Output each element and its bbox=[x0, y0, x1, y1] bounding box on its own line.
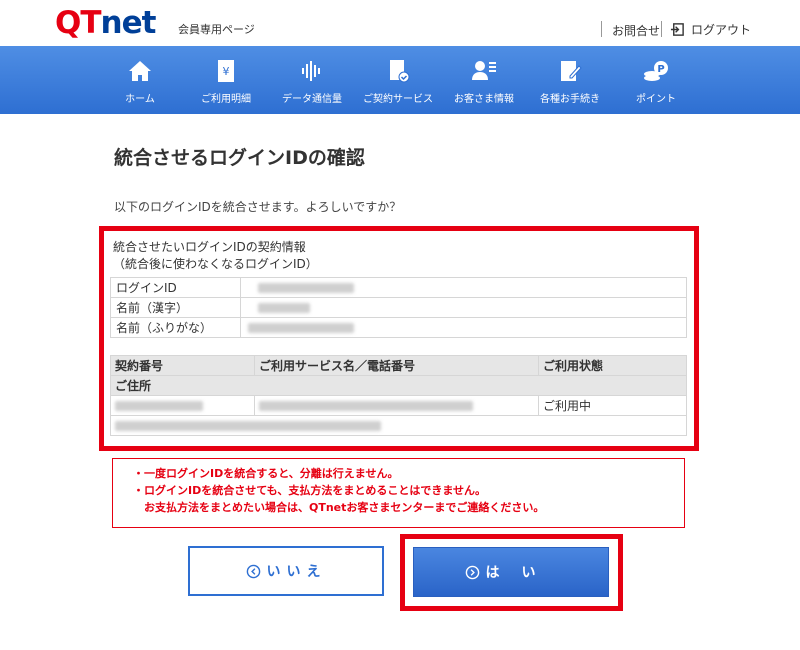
nav-contract[interactable]: ご契約サービス bbox=[353, 46, 443, 114]
no-button-label: いいえ bbox=[266, 564, 327, 580]
warning-box: ・一度ログインIDを統合すると、分離は行えません。 ・ログインIDを統合させても… bbox=[112, 458, 685, 528]
logout-label: ログアウト bbox=[691, 23, 752, 37]
nav-label: データ通信量 bbox=[282, 94, 342, 105]
svg-text:P: P bbox=[657, 64, 664, 75]
contact-link[interactable]: お問合せ bbox=[612, 22, 660, 39]
member-page-label: 会員専用ページ bbox=[178, 23, 255, 36]
page-title: 統合させるログインIDの確認 bbox=[114, 147, 365, 169]
nav-points[interactable]: P ポイント bbox=[611, 46, 701, 114]
divider bbox=[661, 21, 662, 37]
nav-label: 各種お手続き bbox=[540, 94, 600, 105]
intro-text: 以下のログインIDを統合させます。よろしいですか？ bbox=[114, 200, 402, 214]
yes-button[interactable]: はい bbox=[413, 547, 609, 597]
nav-bill[interactable]: ¥ ご利用明細 bbox=[181, 46, 271, 114]
warning-line: ・ログインIDを統合させても、支払方法をまとめることはできません。 bbox=[133, 484, 487, 497]
warning-line: ・一度ログインIDを統合すると、分離は行えません。 bbox=[133, 467, 399, 480]
logout-link[interactable]: ログアウト bbox=[670, 21, 751, 38]
user-icon bbox=[472, 61, 496, 80]
logout-icon bbox=[670, 23, 684, 36]
highlight-frame bbox=[99, 226, 699, 451]
procedure-icon bbox=[561, 61, 582, 81]
main-nav: ホーム ¥ ご利用明細 データ通信量 ご契約サービス お客さま情報 各種お手続き… bbox=[0, 46, 800, 114]
nav-label: ご利用明細 bbox=[201, 94, 251, 105]
qtnet-logo[interactable]: QTnet bbox=[55, 5, 157, 41]
contract-icon bbox=[390, 60, 410, 83]
home-icon bbox=[129, 61, 151, 81]
nav-user-info[interactable]: お客さま情報 bbox=[439, 46, 529, 114]
logo-q: Q bbox=[55, 5, 81, 41]
nav-label: ご契約サービス bbox=[363, 94, 433, 105]
yes-button-label: はい bbox=[485, 565, 558, 581]
data-usage-icon bbox=[302, 61, 320, 81]
nav-data-usage[interactable]: データ通信量 bbox=[267, 46, 357, 114]
svg-text:¥: ¥ bbox=[223, 65, 230, 78]
chevron-right-icon bbox=[465, 565, 479, 579]
point-icon: P bbox=[644, 61, 668, 81]
nav-label: ホーム bbox=[125, 94, 155, 105]
warning-line: お支払方法をまとめたい場合は、QTnetお客さまセンターまでご連絡ください。 bbox=[133, 501, 545, 514]
logo-net: net bbox=[100, 5, 157, 41]
nav-home[interactable]: ホーム bbox=[95, 46, 185, 114]
nav-label: ポイント bbox=[636, 94, 676, 105]
bill-icon: ¥ bbox=[218, 60, 234, 82]
logo-t: T bbox=[80, 5, 101, 41]
nav-label: お客さま情報 bbox=[454, 94, 514, 105]
no-button[interactable]: いいえ bbox=[188, 546, 384, 596]
divider bbox=[601, 21, 602, 37]
chevron-left-icon bbox=[246, 564, 260, 578]
nav-procedures[interactable]: 各種お手続き bbox=[525, 46, 615, 114]
header: QTnet 会員専用ページ お問合せ ログアウト bbox=[0, 0, 800, 46]
